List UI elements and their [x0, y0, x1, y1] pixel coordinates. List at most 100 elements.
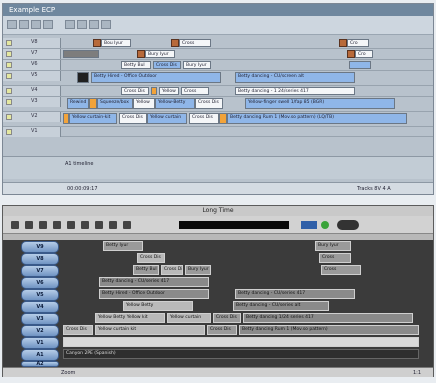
- mode-pill[interactable]: [337, 220, 359, 230]
- track-tab[interactable]: V8: [21, 253, 59, 265]
- clip[interactable]: Cross Dis: [207, 325, 237, 335]
- clip[interactable]: Yellow-finger swell 1/fap 85 (BGR): [245, 98, 395, 109]
- clip[interactable]: [63, 337, 419, 347]
- clip[interactable]: Yellow curtain: [167, 313, 211, 323]
- lock-icon[interactable]: [6, 62, 12, 68]
- clip[interactable]: Cross: [179, 39, 211, 47]
- clip[interactable]: Bou Iyur: [101, 39, 131, 47]
- track-header[interactable]: V4: [3, 86, 61, 96]
- clip[interactable]: Yellow: [159, 87, 179, 95]
- clip[interactable]: Betty dancing 1/24 series 417: [243, 313, 413, 323]
- clip[interactable]: Bury Iyur: [183, 61, 211, 69]
- track-header[interactable]: V6: [3, 60, 61, 70]
- clip[interactable]: [77, 72, 89, 83]
- clip[interactable]: Cross: [319, 253, 351, 263]
- clip[interactable]: Cross Dis: [189, 113, 219, 124]
- clip[interactable]: Bury Iyur: [145, 50, 175, 58]
- tool-icon[interactable]: [95, 221, 103, 229]
- toolbar-button[interactable]: [43, 20, 53, 29]
- clip[interactable]: Rewind: [67, 98, 89, 109]
- toolbar-button[interactable]: [19, 20, 29, 29]
- lock-icon[interactable]: [6, 129, 12, 135]
- toolbar-button[interactable]: [77, 20, 87, 29]
- track-tab[interactable]: V7: [21, 265, 59, 277]
- clip[interactable]: Squeeze/box: [97, 98, 133, 109]
- clip[interactable]: [349, 61, 371, 69]
- lock-icon[interactable]: [6, 51, 12, 57]
- lock-icon[interactable]: [6, 88, 12, 94]
- clip[interactable]: Betty dancing - CU/screen alt: [235, 72, 355, 83]
- tool-icon[interactable]: [53, 221, 61, 229]
- timeline-ruler[interactable]: [3, 234, 433, 240]
- tool-icon[interactable]: [25, 221, 33, 229]
- track-header[interactable]: V3: [3, 97, 61, 107]
- track-tab[interactable]: V1: [21, 337, 59, 349]
- clip[interactable]: Betty Bul: [121, 61, 151, 69]
- clip[interactable]: Betty dancing Rum 1 (Mov.so pattern) (LQ…: [227, 113, 407, 124]
- toolbar-button[interactable]: [65, 20, 75, 29]
- clip[interactable]: Cross Dis: [63, 325, 93, 335]
- track-header[interactable]: V2: [3, 112, 61, 122]
- clip[interactable]: Cross Dis: [213, 313, 241, 323]
- tool-icon[interactable]: [109, 221, 117, 229]
- track-header[interactable]: V1: [3, 127, 61, 137]
- clip[interactable]: Cross Dis: [137, 253, 165, 263]
- clip[interactable]: Betty Hired - Office Outdoor: [99, 289, 209, 299]
- clip[interactable]: Betty Bul: [133, 265, 159, 275]
- clip[interactable]: Canyon 2PE (Spanish): [63, 349, 419, 359]
- tool-icon[interactable]: [123, 221, 131, 229]
- clip[interactable]: Betty dancing - CU/series alt: [233, 301, 329, 311]
- clip[interactable]: Yellow curtain-kit: [69, 113, 117, 124]
- clip[interactable]: Betty Hired - Office Outdoor: [91, 72, 221, 83]
- track-tab[interactable]: V9: [21, 241, 59, 253]
- track-tab[interactable]: V4: [21, 301, 59, 313]
- toolbar-button[interactable]: [31, 20, 41, 29]
- clip[interactable]: Yellow curtain: [147, 113, 187, 124]
- clip[interactable]: Cross: [181, 87, 209, 95]
- track-header[interactable]: V7: [3, 49, 61, 59]
- clip[interactable]: Bury Iyur: [315, 241, 351, 251]
- track-header[interactable]: V8: [3, 38, 61, 48]
- clip[interactable]: [151, 87, 157, 95]
- toolbar-button[interactable]: [89, 20, 99, 29]
- clip[interactable]: Bury Iyur: [185, 265, 211, 275]
- clip[interactable]: Betty dancing - CU/series 417: [99, 277, 209, 287]
- clip[interactable]: Cross Dis: [119, 113, 147, 124]
- clip[interactable]: Betty Iyur: [103, 241, 143, 251]
- lock-icon[interactable]: [6, 99, 12, 105]
- track-tab[interactable]: A1: [21, 349, 59, 361]
- clip[interactable]: Yellow curtain kit: [95, 325, 205, 335]
- clip[interactable]: [63, 50, 99, 58]
- tool-icon[interactable]: [39, 221, 47, 229]
- clip[interactable]: Yellow Betty Yellow kit: [95, 313, 165, 323]
- timecode[interactable]: 00:00:09:17: [67, 186, 98, 192]
- clip[interactable]: Cross Dis: [161, 265, 183, 275]
- track-header[interactable]: V5: [3, 71, 61, 81]
- track-tab[interactable]: V6: [21, 277, 59, 289]
- tool-icon[interactable]: [11, 221, 19, 229]
- track-tab[interactable]: V5: [21, 289, 59, 301]
- clip[interactable]: Betty dancing - 1 24/series 417: [235, 87, 355, 95]
- toolbar-button[interactable]: [7, 20, 17, 29]
- lock-icon[interactable]: [6, 40, 12, 46]
- clip[interactable]: [219, 113, 227, 124]
- track-tab[interactable]: V3: [21, 313, 59, 325]
- lock-icon[interactable]: [6, 114, 12, 120]
- lock-icon[interactable]: [6, 73, 12, 79]
- clip[interactable]: Cross Dis: [121, 87, 149, 95]
- clip[interactable]: Cross: [321, 265, 361, 275]
- clip[interactable]: [89, 98, 97, 109]
- clip[interactable]: Betty dancing Rum 1 (Mov.so pattern): [239, 325, 419, 335]
- clip[interactable]: Betty dancing - CU/series 417: [235, 289, 355, 299]
- clip[interactable]: Yellow Betty: [123, 301, 193, 311]
- clip[interactable]: Yellow-Betty: [155, 98, 195, 109]
- clip[interactable]: Yellow: [133, 98, 155, 109]
- toolbar-button[interactable]: [101, 20, 111, 29]
- track-tab[interactable]: V2: [21, 325, 59, 337]
- tool-icon[interactable]: [81, 221, 89, 229]
- clip[interactable]: Cro: [355, 50, 373, 58]
- clip[interactable]: Cro: [347, 39, 369, 47]
- clip[interactable]: Cross Dis: [195, 98, 223, 109]
- clip[interactable]: Cross Dis: [153, 61, 181, 69]
- zoom-label[interactable]: Zoom: [61, 370, 75, 376]
